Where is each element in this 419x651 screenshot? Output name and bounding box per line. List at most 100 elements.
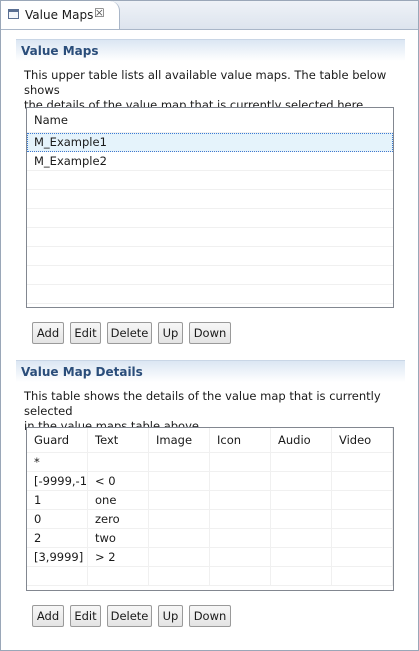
text-cell: two <box>88 529 149 547</box>
value-maps-edit-button[interactable]: Edit <box>70 322 101 344</box>
empty-table-row[interactable] <box>27 266 393 285</box>
icon-cell <box>210 510 271 528</box>
table-row[interactable]: [3,9999] > 2 <box>27 548 393 567</box>
name-cell: M_Example2 <box>34 154 107 168</box>
view-icon <box>8 9 19 19</box>
value-maps-view: Value Maps ☒ Value Maps This upper table… <box>0 0 419 651</box>
audio-cell <box>271 548 332 566</box>
guard-cell <box>27 567 88 585</box>
video-cell <box>332 529 393 547</box>
details-down-button[interactable]: Down <box>189 605 231 627</box>
table-row[interactable]: 1 one <box>27 491 393 510</box>
video-cell <box>332 453 393 471</box>
image-cell <box>149 453 210 471</box>
empty-table-row[interactable] <box>27 228 393 247</box>
guard-cell: * <box>27 453 88 471</box>
value-maps-table[interactable]: Name M_Example1 M_Example2 <box>26 107 394 308</box>
name-cell <box>27 285 393 303</box>
table-row[interactable]: M_Example2 <box>27 152 393 171</box>
column-header-guard[interactable]: Guard <box>27 428 88 452</box>
text-cell <box>88 567 149 585</box>
value-maps-section-header[interactable]: Value Maps <box>16 39 405 61</box>
empty-table-row[interactable] <box>27 209 393 228</box>
image-cell <box>149 529 210 547</box>
guard-cell: 1 <box>27 491 88 509</box>
table-header-row: Name <box>27 108 393 133</box>
audio-cell <box>271 510 332 528</box>
table-row[interactable]: 2 two <box>27 529 393 548</box>
value-map-details-table[interactable]: Guard Text Image Icon Audio Video * [-9999,-1]… <box>26 427 394 591</box>
column-header-image[interactable]: Image <box>149 428 210 452</box>
name-cell <box>27 209 393 227</box>
icon-cell <box>210 453 271 471</box>
details-up-button[interactable]: Up <box>158 605 183 627</box>
video-cell <box>332 567 393 585</box>
guard-cell: 0 <box>27 510 88 528</box>
empty-table-row[interactable] <box>27 190 393 209</box>
image-cell <box>149 491 210 509</box>
guard-cell: 2 <box>27 529 88 547</box>
video-cell <box>332 491 393 509</box>
value-map-details-description-line: This table shows the details of the valu… <box>24 389 381 418</box>
audio-cell <box>271 567 332 585</box>
details-add-button[interactable]: Add <box>32 605 64 627</box>
column-header-text[interactable]: Text <box>88 428 149 452</box>
name-cell: M_Example1 <box>34 135 107 149</box>
column-header-audio[interactable]: Audio <box>271 428 332 452</box>
icon-cell <box>210 491 271 509</box>
name-cell <box>27 228 393 246</box>
details-delete-button[interactable]: Delete <box>107 605 152 627</box>
tab-title: Value Maps <box>25 8 94 22</box>
value-maps-up-button[interactable]: Up <box>158 322 183 344</box>
text-cell: < 0 <box>88 472 149 490</box>
name-cell <box>27 171 393 189</box>
icon-cell <box>210 472 271 490</box>
text-cell: > 2 <box>88 548 149 566</box>
image-cell <box>149 548 210 566</box>
name-cell <box>27 266 393 284</box>
column-header-icon[interactable]: Icon <box>210 428 271 452</box>
name-cell <box>27 247 393 265</box>
audio-cell <box>271 529 332 547</box>
name-cell <box>27 190 393 208</box>
guard-cell: [-9999,-1] <box>27 472 88 490</box>
video-cell <box>332 510 393 528</box>
audio-cell <box>271 491 332 509</box>
guard-cell: [3,9999] <box>27 548 88 566</box>
column-header-name[interactable]: Name <box>27 108 393 132</box>
text-cell <box>88 453 149 471</box>
details-edit-button[interactable]: Edit <box>70 605 101 627</box>
table-row[interactable]: [-9999,-1] < 0 <box>27 472 393 491</box>
value-maps-add-button[interactable]: Add <box>32 322 64 344</box>
image-cell <box>149 567 210 585</box>
audio-cell <box>271 453 332 471</box>
tab-strip: Value Maps ☒ <box>1 1 418 30</box>
value-maps-delete-button[interactable]: Delete <box>107 322 152 344</box>
video-cell <box>332 472 393 490</box>
column-header-video[interactable]: Video <box>332 428 393 452</box>
image-cell <box>149 510 210 528</box>
table-header-row: Guard Text Image Icon Audio Video <box>27 428 393 453</box>
value-maps-description-line: This upper table lists all available val… <box>24 68 387 97</box>
text-cell: one <box>88 491 149 509</box>
empty-table-row[interactable] <box>27 285 393 304</box>
icon-cell <box>210 567 271 585</box>
audio-cell <box>271 472 332 490</box>
value-maps-table-body: M_Example1 M_Example2 <box>27 133 393 304</box>
text-cell: zero <box>88 510 149 528</box>
close-icon[interactable]: ☒ <box>94 6 105 20</box>
value-map-details-section-header[interactable]: Value Map Details <box>16 360 405 382</box>
icon-cell <box>210 529 271 547</box>
value-map-details-table-body: * [-9999,-1] < 0 1 one 0 zero 2 two [3,9999] > 2 <box>27 453 393 586</box>
empty-table-row[interactable] <box>27 247 393 266</box>
table-row[interactable]: 0 zero <box>27 510 393 529</box>
table-row[interactable]: M_Example1 <box>27 133 393 152</box>
empty-table-row[interactable] <box>27 171 393 190</box>
empty-table-row[interactable] <box>27 567 393 586</box>
icon-cell <box>210 548 271 566</box>
table-row[interactable]: * <box>27 453 393 472</box>
image-cell <box>149 472 210 490</box>
tab-value-maps[interactable]: Value Maps ☒ <box>1 1 120 29</box>
value-maps-down-button[interactable]: Down <box>189 322 231 344</box>
video-cell <box>332 548 393 566</box>
